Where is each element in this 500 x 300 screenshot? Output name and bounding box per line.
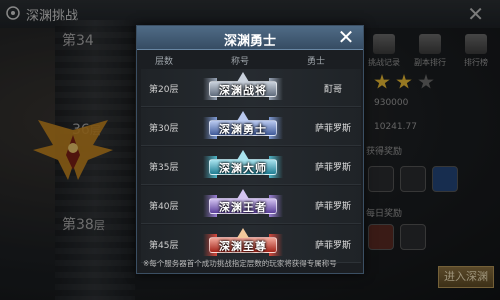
modal-header: 深渊勇士 ✕	[137, 26, 363, 50]
title-badge: 深渊王者	[203, 189, 283, 221]
title-badge: 深渊战将	[203, 72, 283, 104]
badge-crest-icon	[237, 189, 249, 199]
badge-text: 深渊勇士	[219, 123, 267, 136]
floor-cell: 第45层	[149, 241, 179, 251]
title-badge: 深渊勇士	[203, 111, 283, 143]
column-floor: 层数	[155, 57, 174, 67]
title-badge: 深渊至尊	[203, 228, 283, 260]
warrior-list: 第20层 深渊战将 酊哥 第30层 深渊勇士 萨菲罗斯 第35层 深渊大师 萨菲…	[141, 69, 361, 264]
floor-cell: 第35层	[149, 163, 179, 173]
floor-cell: 第40层	[149, 202, 179, 212]
column-title: 称号	[231, 57, 250, 67]
warrior-cell: 酊哥	[323, 85, 342, 95]
column-warrior: 勇士	[307, 57, 326, 67]
abyss-warrior-modal: 深渊勇士 ✕ 层数 称号 勇士 第20层 深渊战将 酊哥 第30层 深渊勇士 萨…	[136, 25, 364, 274]
table-row: 第20层 深渊战将 酊哥	[141, 69, 361, 107]
close-icon[interactable]: ✕	[337, 26, 355, 48]
badge-text: 深渊至尊	[219, 240, 267, 253]
warrior-cell: 萨菲罗斯	[314, 202, 351, 212]
table-row: 第30层 深渊勇士 萨菲罗斯	[141, 108, 361, 146]
badge-crest-icon	[237, 111, 249, 121]
badge-text: 深渊战将	[219, 84, 267, 97]
table-row: 第35层 深渊大师 萨菲罗斯	[141, 147, 361, 185]
floor-cell: 第20层	[149, 85, 179, 95]
footnote: ※每个服务器首个成功挑战指定层数的玩家将获得专属称号	[143, 259, 337, 268]
modal-title: 深渊勇士	[223, 34, 276, 49]
badge-text: 深渊大师	[219, 162, 267, 175]
badge-crest-icon	[237, 228, 249, 238]
warrior-cell: 萨菲罗斯	[314, 241, 351, 251]
table-row: 第40层 深渊王者 萨菲罗斯	[141, 186, 361, 224]
badge-crest-icon	[237, 150, 249, 160]
warrior-cell: 萨菲罗斯	[314, 124, 351, 134]
column-headers: 层数 称号 勇士	[137, 52, 363, 68]
floor-cell: 第30层	[149, 124, 179, 134]
title-badge: 深渊大师	[203, 150, 283, 182]
badge-crest-icon	[237, 72, 249, 82]
badge-text: 深渊王者	[219, 201, 267, 214]
warrior-cell: 萨菲罗斯	[314, 163, 351, 173]
